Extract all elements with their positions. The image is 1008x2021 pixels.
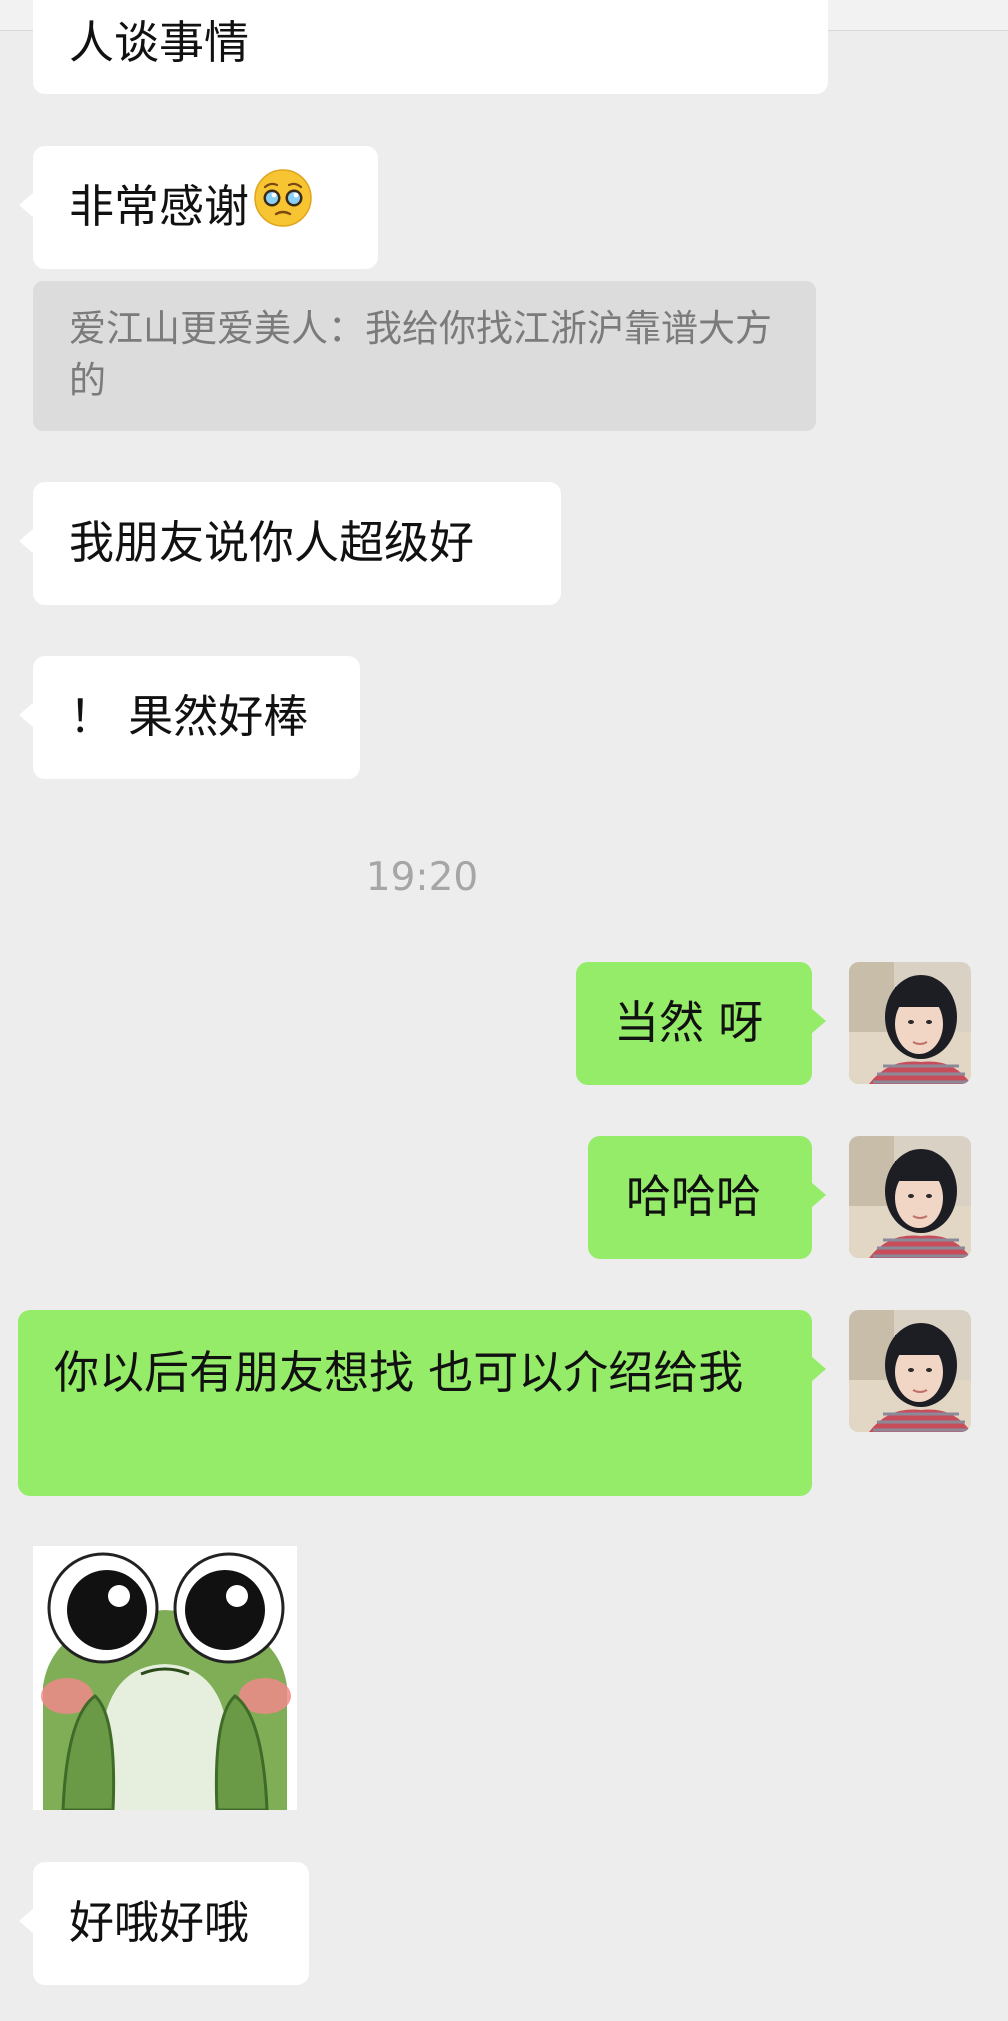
message-text: 非常感谢 bbox=[69, 180, 250, 233]
message-text: 当然 呀 bbox=[614, 996, 764, 1049]
message-text: 哈哈哈 bbox=[626, 1170, 762, 1223]
message-timestamp: 19:20 bbox=[365, 855, 479, 900]
avatar-photo-icon bbox=[849, 962, 971, 1084]
message-text: 好哦好哦 bbox=[69, 1896, 250, 1949]
quoted-message[interactable]: 爱江山更爱美人：我给你找江浙沪靠谱大方的 bbox=[33, 281, 816, 431]
quoted-message-text: 爱江山更爱美人：我给你找江浙沪靠谱大方的 bbox=[69, 307, 772, 402]
message-bubble-haha[interactable]: 哈哈哈 bbox=[588, 1136, 826, 1259]
message-text: 你以后有朋友想找 也可以介绍给我 bbox=[54, 1346, 744, 1399]
message-bubble-friend-said[interactable]: 我朋友说你人超级好 bbox=[19, 482, 561, 605]
message-text: ！ 果然好棒 bbox=[69, 690, 309, 743]
user-avatar[interactable] bbox=[849, 1310, 971, 1432]
message-bubble-thanks[interactable]: 非常感谢 bbox=[19, 146, 378, 269]
user-avatar[interactable] bbox=[849, 1136, 971, 1258]
avatar-photo-icon bbox=[849, 1136, 971, 1258]
message-text: 我朋友说你人超级好 bbox=[69, 516, 475, 569]
message-bubble-ok[interactable]: 好哦好哦 bbox=[19, 1862, 309, 1985]
message-bubble-intro[interactable]: 你以后有朋友想找 也可以介绍给我 bbox=[18, 1310, 826, 1496]
frog-sticker-icon bbox=[33, 1546, 297, 1810]
message-bubble-of-course[interactable]: 当然 呀 bbox=[576, 962, 826, 1085]
pleading-face-emoji-icon bbox=[253, 168, 313, 244]
avatar-photo-icon bbox=[849, 1310, 971, 1432]
user-avatar[interactable] bbox=[849, 962, 971, 1084]
frog-sticker[interactable] bbox=[33, 1546, 297, 1810]
message-bubble-partial[interactable]: 人谈事情 bbox=[33, 0, 828, 94]
message-text: 人谈事情 bbox=[69, 16, 250, 69]
message-bubble-great[interactable]: ！ 果然好棒 bbox=[19, 656, 360, 779]
